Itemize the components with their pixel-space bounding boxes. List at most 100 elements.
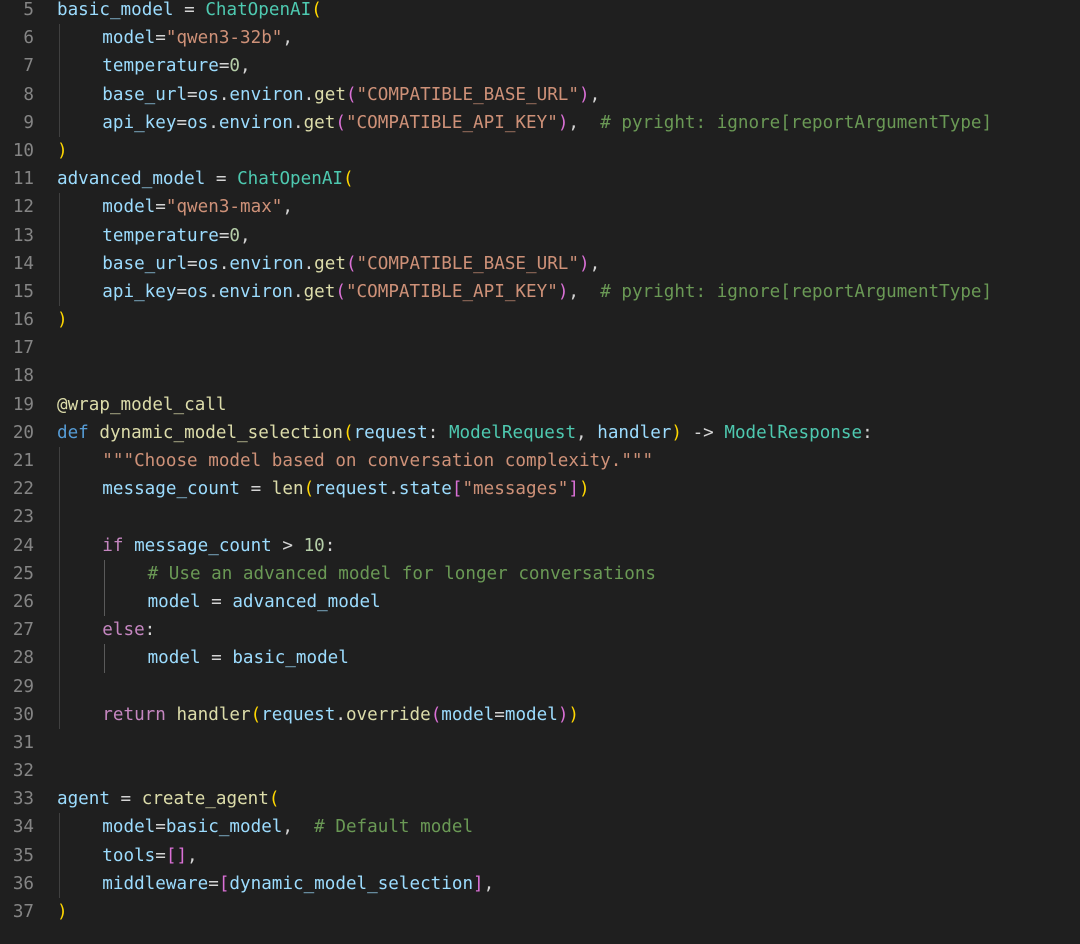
line-number: 12 bbox=[12, 197, 34, 218]
code-line[interactable]: 15 api_key=os.environ.get("COMPATIBLE_API… bbox=[0, 277, 1080, 307]
code-line[interactable]: 27 else: bbox=[0, 616, 1080, 645]
code-token: "COMPATIBLE_API_KEY" bbox=[345, 112, 558, 133]
code-line[interactable]: 32 bbox=[0, 757, 1080, 785]
code-line[interactable]: 21 """Choose model based on conversation … bbox=[0, 447, 1080, 476]
code-token: , bbox=[240, 225, 251, 246]
code-token: ) bbox=[579, 479, 590, 500]
line-number: 9 bbox=[23, 112, 34, 133]
code-line[interactable]: 12 model="qwen3-max", bbox=[0, 193, 1080, 222]
code-text: """Choose model based on conversation co… bbox=[102, 447, 653, 475]
code-line[interactable]: 31 bbox=[0, 729, 1080, 757]
line-number: 6 bbox=[23, 28, 34, 49]
code-text: advanced_model = ChatOpenAI( bbox=[57, 165, 354, 193]
code-line[interactable]: 9 api_key=os.environ.get("COMPATIBLE_API_… bbox=[0, 108, 1080, 137]
indent-guide bbox=[58, 616, 60, 645]
code-token: ) bbox=[579, 84, 590, 105]
code-line[interactable]: 37) bbox=[0, 898, 1080, 926]
code-token: 10 bbox=[303, 535, 325, 556]
code-token: : bbox=[862, 422, 873, 443]
code-token: middleware bbox=[102, 873, 209, 894]
code-line[interactable]: 30 return handler(request.override(model=… bbox=[0, 700, 1080, 729]
code-line[interactable]: 19 @wrap_model_call bbox=[0, 391, 1080, 419]
indent-guide bbox=[58, 587, 60, 617]
code-line[interactable]: 13 temperature=0, bbox=[0, 221, 1080, 250]
code-line[interactable]: 23 bbox=[0, 503, 1080, 532]
indent-guide bbox=[58, 80, 60, 109]
indent-guide bbox=[58, 249, 60, 278]
code-line[interactable]: 24 if message_count > 10: bbox=[0, 531, 1080, 560]
code-token: ChatOpenAI bbox=[237, 169, 344, 190]
code-line[interactable]: 26 model = advanced_model bbox=[0, 587, 1080, 617]
code-token: message_count bbox=[134, 535, 272, 556]
code-line[interactable]: 25 # Use an advanced model for longer con… bbox=[0, 559, 1080, 588]
code-token: , bbox=[282, 197, 293, 218]
code-token: ] bbox=[568, 479, 579, 500]
code-line[interactable]: 36 middleware=[dynamic_model_selection], bbox=[0, 869, 1080, 898]
code-token: . bbox=[335, 704, 346, 725]
code-line[interactable]: 35 tools=[], bbox=[0, 841, 1080, 870]
code-line[interactable]: 11 advanced_model = ChatOpenAI( bbox=[0, 165, 1080, 193]
code-line[interactable]: 34 model=basic_model, # Default model bbox=[0, 813, 1080, 842]
code-line[interactable]: 18 bbox=[0, 362, 1080, 390]
code-token: environ bbox=[218, 281, 293, 302]
indent-guide bbox=[58, 559, 60, 588]
code-line[interactable]: 14 base_url=os.environ.get("COMPATIBLE_BA… bbox=[0, 249, 1080, 278]
code-token: = bbox=[240, 479, 272, 500]
code-editor[interactable]: 5 basic_model = ChatOpenAI(6 model="qwen3-… bbox=[0, 0, 1080, 944]
code-token: advanced_model bbox=[232, 591, 381, 612]
code-token: = bbox=[173, 0, 206, 20]
line-number: 18 bbox=[12, 366, 34, 387]
code-token: get bbox=[314, 84, 346, 105]
indent-guide bbox=[58, 52, 60, 81]
code-token: tools bbox=[102, 845, 156, 866]
code-line[interactable]: 17 bbox=[0, 334, 1080, 362]
code-line[interactable]: 5 basic_model = ChatOpenAI( bbox=[0, 0, 1080, 24]
code-line[interactable]: 22 message_count = len(request.state["mes… bbox=[0, 475, 1080, 504]
code-line[interactable]: 6 model="qwen3-32b", bbox=[0, 24, 1080, 53]
code-line[interactable]: 10) bbox=[0, 137, 1080, 165]
code-token: os bbox=[197, 84, 219, 105]
code-token: else bbox=[102, 620, 145, 641]
indent-guide bbox=[103, 587, 105, 617]
code-token: "qwen3-max" bbox=[165, 197, 283, 218]
code-line[interactable]: 20 def dynamic_model_selection(request: M… bbox=[0, 419, 1080, 447]
code-text: temperature=0, bbox=[102, 222, 250, 250]
code-token: ) bbox=[557, 704, 569, 725]
code-line[interactable]: 29 bbox=[0, 672, 1080, 701]
code-line[interactable]: 28 model = basic_model bbox=[0, 644, 1080, 673]
code-token: ) bbox=[57, 902, 68, 922]
line-number: 29 bbox=[12, 676, 34, 697]
code-token: [ bbox=[218, 873, 230, 894]
code-token: temperature bbox=[102, 56, 219, 77]
code-line[interactable]: 7 temperature=0, bbox=[0, 52, 1080, 81]
code-token: = bbox=[155, 197, 166, 218]
code-token: [ bbox=[451, 479, 463, 500]
indent-guide bbox=[58, 813, 60, 842]
code-token: , bbox=[568, 281, 601, 302]
line-number: 23 bbox=[12, 507, 34, 528]
code-token: ChatOpenAI bbox=[205, 0, 312, 20]
code-token: : bbox=[144, 620, 156, 641]
code-token: ( bbox=[250, 704, 262, 725]
code-token: ) bbox=[57, 310, 68, 331]
code-text: api_key=os.environ.get("COMPATIBLE_API_K… bbox=[102, 109, 992, 137]
code-line[interactable]: 8 base_url=os.environ.get("COMPATIBLE_BAS… bbox=[0, 80, 1080, 109]
line-number: 30 bbox=[12, 704, 34, 725]
indent-guide bbox=[58, 221, 60, 250]
code-token: override bbox=[345, 704, 431, 725]
code-token: = bbox=[200, 591, 233, 612]
code-token: ( bbox=[303, 479, 315, 500]
code-text: base_url=os.environ.get("COMPATIBLE_BASE… bbox=[102, 81, 600, 109]
code-token: , bbox=[576, 422, 598, 443]
code-text: tools=[], bbox=[102, 842, 197, 870]
code-token: ) bbox=[557, 281, 569, 302]
line-number: 13 bbox=[12, 225, 34, 246]
code-token: environ bbox=[229, 253, 304, 274]
code-line[interactable]: 33 agent = create_agent( bbox=[0, 785, 1080, 813]
code-line[interactable]: 16) bbox=[0, 306, 1080, 334]
code-token: get bbox=[303, 112, 336, 133]
line-number: 17 bbox=[12, 338, 34, 359]
code-token: """Choose model based on conversation co… bbox=[102, 451, 654, 471]
code-text: # Use an advanced model for longer conve… bbox=[148, 560, 656, 588]
code-token: = bbox=[176, 112, 188, 133]
